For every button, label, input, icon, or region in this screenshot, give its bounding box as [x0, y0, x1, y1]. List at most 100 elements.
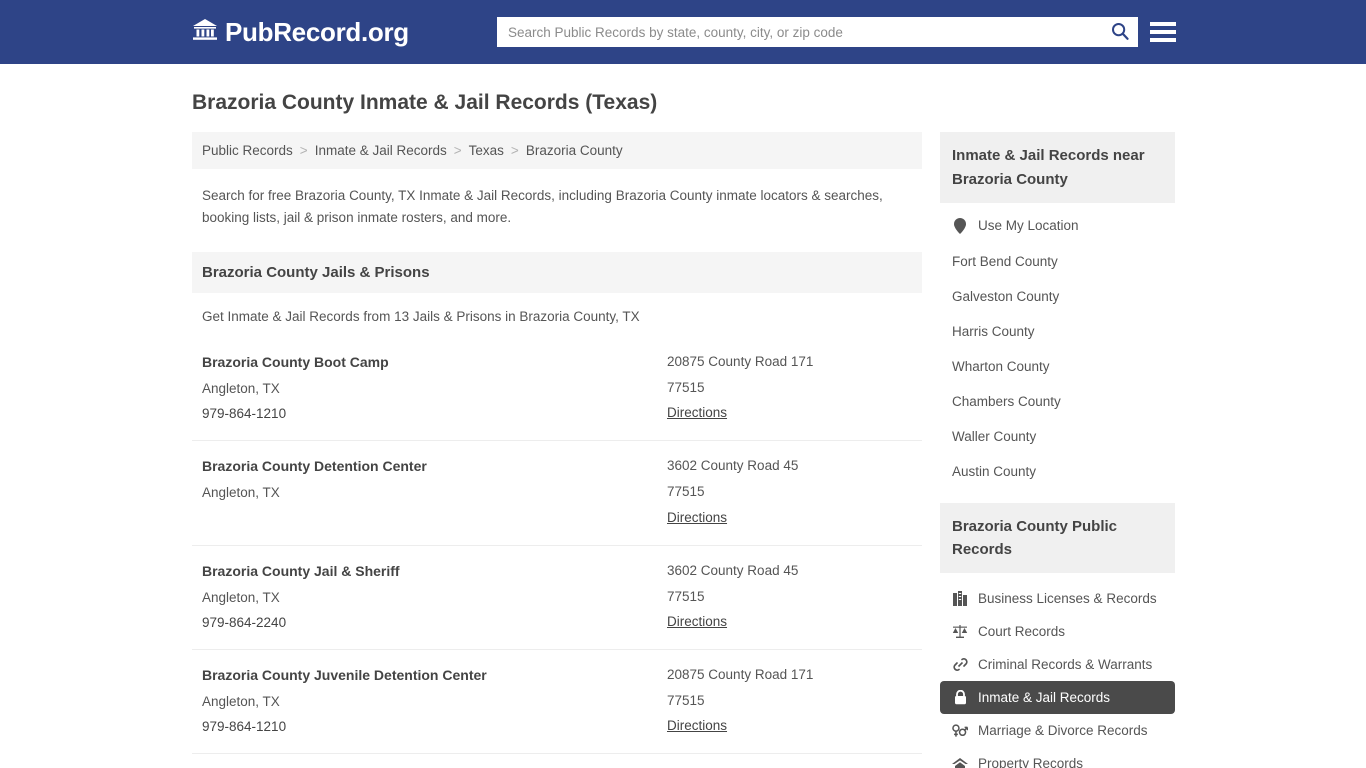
sidebar-item-harris-county[interactable]: Harris County [940, 314, 1175, 349]
sidebar-item-label: Marriage & Divorce Records [978, 723, 1148, 739]
sidebar-item-property-records[interactable]: Property Records [940, 747, 1175, 768]
menu-bar-2 [1150, 30, 1176, 34]
search-input[interactable] [497, 17, 1102, 47]
facility-address: 3602 County Road 45 [667, 458, 799, 474]
facility-name[interactable]: Brazoria County Boot Camp [202, 350, 667, 376]
site-logo[interactable]: PubRecord.org [192, 17, 409, 48]
sidebar-item-label: Austin County [952, 463, 1037, 479]
sidebar-item-marriage-divorce[interactable]: Marriage & Divorce Records [940, 714, 1175, 747]
sidebar-item-court-records[interactable]: Court Records [940, 615, 1175, 648]
record-primary: Brazoria County Juvenile Detention Cente… [202, 663, 667, 739]
breadcrumb-item-3[interactable]: Brazoria County [526, 143, 623, 158]
search-icon [1111, 22, 1129, 43]
sidebar-item-label: Harris County [952, 323, 1035, 339]
breadcrumb-separator: > [299, 143, 308, 159]
sidebar-item-label: Property Records [978, 756, 1084, 768]
sidebar-item-criminal-records[interactable]: Criminal Records & Warrants [940, 648, 1175, 681]
sidebar-item-business-licenses[interactable]: Business Licenses & Records [940, 582, 1175, 615]
facility-name[interactable]: Brazoria County Jail & Sheriff [202, 559, 667, 585]
sidebar-item-use-my-location[interactable]: Use My Location [940, 203, 1175, 244]
page-container: Brazoria County Inmate & Jail Records (T… [0, 89, 1366, 768]
facility-address: 20875 County Road 171 [667, 667, 814, 683]
facility-name[interactable]: Brazoria County Juvenile Detention Cente… [202, 663, 667, 689]
facility-phone: 979-864-1210 [202, 719, 287, 735]
breadcrumb-separator: > [453, 143, 462, 159]
building-icon [952, 591, 968, 607]
record-secondary: 20875 County Road 171 77515 Directions [667, 663, 912, 739]
facility-address: 3602 County Road 45 [667, 562, 799, 578]
sidebar-item-label: Chambers County [952, 393, 1061, 409]
sidebar-item-chambers-county[interactable]: Chambers County [940, 384, 1175, 419]
sidebar-item-fort-bend-county[interactable]: Fort Bend County [940, 244, 1175, 279]
breadcrumb: Public Records > Inmate & Jail Records >… [192, 132, 922, 170]
section-heading: Brazoria County Jails & Prisons [192, 252, 922, 294]
facility-city-state: Angleton, TX [202, 589, 280, 605]
menu-bar-3 [1150, 38, 1176, 42]
jails-list: Brazoria County Boot Camp Angleton, TX 9… [192, 337, 922, 768]
breadcrumb-item-1[interactable]: Inmate & Jail Records [315, 143, 447, 158]
page-title: Brazoria County Inmate & Jail Records (T… [192, 91, 658, 114]
facility-phone [202, 506, 667, 531]
map-pin-icon [952, 217, 968, 234]
site-header: PubRecord.org [0, 0, 1366, 64]
search-bar [497, 17, 1138, 47]
sidebar-item-galveston-county[interactable]: Galveston County [940, 279, 1175, 314]
sidebar-item-label: Fort Bend County [952, 253, 1058, 269]
facility-city-state: Angleton, TX [202, 693, 280, 709]
record-primary: Brazoria County Detention Center Angleto… [202, 454, 667, 530]
hamburger-menu-icon[interactable] [1150, 19, 1176, 45]
sidebar-item-label: Galveston County [952, 288, 1060, 304]
directions-link[interactable]: Directions [667, 505, 727, 530]
table-row: Brazoria County Jail & Sheriff Angleton,… [192, 546, 922, 651]
sidebar-item-label: Use My Location [978, 218, 1079, 234]
sidebar-public-records-heading: Brazoria County Public Records [940, 502, 1175, 574]
sidebar-item-label: Inmate & Jail Records [978, 690, 1111, 706]
gender-icon [952, 723, 968, 738]
sidebar-item-inmate-jail-records[interactable]: Inmate & Jail Records [940, 681, 1175, 715]
facility-phone: 979-864-2240 [202, 614, 287, 630]
record-secondary: 3602 County Road 45 77515 Directions [667, 559, 912, 635]
table-row: Brazoria Juvenile Detention Center Angle… [192, 754, 922, 768]
breadcrumb-item-2[interactable]: Texas [469, 143, 504, 158]
directions-link[interactable]: Directions [667, 713, 727, 738]
sidebar: Inmate & Jail Records near Brazoria Coun… [940, 132, 1175, 768]
sidebar-item-label: Criminal Records & Warrants [978, 657, 1153, 673]
sidebar-item-label: Waller County [952, 428, 1037, 444]
directions-link[interactable]: Directions [667, 400, 727, 425]
record-secondary: 20875 County Road 171 77515 Directions [667, 350, 912, 426]
facility-address: 20875 County Road 171 [667, 354, 814, 370]
breadcrumb-item-0[interactable]: Public Records [202, 143, 293, 158]
record-primary: Brazoria County Jail & Sheriff Angleton,… [202, 559, 667, 635]
sidebar-item-waller-county[interactable]: Waller County [940, 419, 1175, 454]
lock-icon [952, 690, 968, 705]
search-button[interactable] [1102, 17, 1138, 47]
breadcrumb-separator: > [510, 143, 519, 159]
sidebar-item-wharton-county[interactable]: Wharton County [940, 349, 1175, 384]
sidebar-nearby-heading: Inmate & Jail Records near Brazoria Coun… [940, 132, 1175, 203]
nearby-counties-list: Use My Location Fort Bend County Galvest… [940, 203, 1175, 489]
sidebar-item-label: Wharton County [952, 358, 1050, 374]
directions-link[interactable]: Directions [667, 609, 727, 634]
facility-zip: 77515 [667, 484, 705, 500]
section-subheading: Get Inmate & Jail Records from 13 Jails … [202, 309, 640, 325]
public-records-list: Business Licenses & Records Court Record… [940, 582, 1175, 768]
facility-zip: 77515 [667, 379, 705, 395]
sidebar-item-austin-county[interactable]: Austin County [940, 454, 1175, 489]
link-icon [952, 657, 968, 672]
table-row: Brazoria County Detention Center Angleto… [192, 441, 922, 546]
logo-text: PubRecord.org [225, 16, 409, 47]
record-secondary: 3602 County Road 45 77515 Directions [667, 454, 912, 530]
bank-icon [192, 17, 218, 48]
facility-name[interactable]: Brazoria County Detention Center [202, 454, 667, 480]
facility-zip: 77515 [667, 588, 705, 604]
menu-bar-1 [1150, 22, 1176, 26]
facility-city-state: Angleton, TX [202, 485, 280, 501]
table-row: Brazoria County Boot Camp Angleton, TX 9… [192, 337, 922, 442]
sidebar-item-label: Business Licenses & Records [978, 591, 1157, 607]
house-icon [952, 757, 968, 768]
main-content: Public Records > Inmate & Jail Records >… [192, 132, 922, 768]
facility-zip: 77515 [667, 693, 705, 709]
facility-phone: 979-864-1210 [202, 406, 287, 422]
page-intro-text: Search for free Brazoria County, TX Inma… [202, 188, 883, 226]
facility-city-state: Angleton, TX [202, 380, 280, 396]
